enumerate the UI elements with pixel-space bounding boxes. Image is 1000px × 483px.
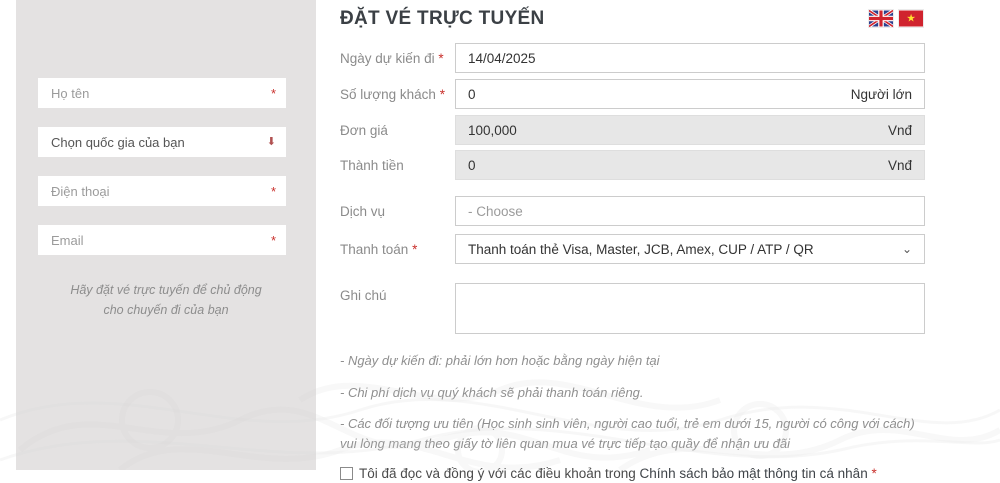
label-text: Ghi chú [340, 288, 387, 303]
guest-count-row: Số lượng khách * 0 Người lớn [340, 79, 925, 109]
required-asterisk: * [412, 241, 418, 257]
phone-field-wrap: * [38, 176, 286, 206]
service-row: Dịch vụ - Choose [340, 196, 925, 226]
unit-price-currency: Vnđ [887, 122, 912, 138]
total-currency: Vnđ [887, 157, 912, 173]
departure-date-label: Ngày dự kiến đi * [340, 51, 455, 66]
consent-text: Tôi đã đọc và đồng ý với các điều khoản … [359, 465, 877, 483]
label-text: Thành tiền [340, 157, 404, 173]
privacy-policy-link[interactable]: Chính sách bảo mật thông tin cá nhân [640, 466, 868, 481]
unit-price-label: Đơn giá [340, 123, 455, 138]
payment-label: Thanh toán * [340, 242, 455, 257]
consent-row: Tôi đã đọc và đồng ý với các điều khoản … [340, 465, 925, 483]
service-label: Dịch vụ [340, 204, 455, 219]
email-field-wrap: * [38, 225, 286, 255]
unit-price-row: Đơn giá 100,000 Vnđ [340, 115, 925, 145]
label-text: Đơn giá [340, 122, 388, 138]
required-asterisk: * [439, 86, 445, 102]
payment-selected-option: Thanh toán thẻ Visa, Master, JCB, Amex, … [468, 241, 814, 257]
payment-row: Thanh toán * Thanh toán thẻ Visa, Master… [340, 234, 925, 264]
fullname-input[interactable] [38, 78, 286, 108]
label-text: Ngày dự kiến đi [340, 50, 435, 66]
consent-checkbox[interactable] [340, 467, 353, 480]
departure-date-input[interactable]: 14/04/2025 [455, 43, 925, 73]
country-select[interactable]: Chọn quốc gia của bạn ⬇ [38, 127, 286, 157]
phone-input[interactable] [38, 176, 286, 206]
guest-count-suffix: Người lớn [850, 86, 912, 102]
note-row: Ghi chú [340, 283, 925, 334]
chevron-down-icon: ⌄ [901, 242, 912, 256]
booking-form: ĐẶT VÉ TRỰC TUYẾN ★ Ngày dự kiến đi * 14… [340, 0, 925, 483]
required-asterisk: * [270, 86, 276, 101]
departure-date-value: 14/04/2025 [468, 50, 536, 66]
fullname-field-wrap: * [38, 78, 286, 108]
service-select[interactable]: - Choose [455, 196, 925, 226]
contact-sidebar: * Chọn quốc gia của bạn ⬇ * * Hãy đặt vé… [16, 0, 316, 470]
label-text: Số lượng khách [340, 86, 436, 102]
total-field: 0 Vnđ [455, 150, 925, 180]
uk-flag-icon[interactable] [869, 10, 893, 27]
total-row: Thành tiền 0 Vnđ [340, 150, 925, 180]
label-text: Thanh toán [340, 241, 409, 257]
country-select-label: Chọn quốc gia của bạn [51, 134, 185, 150]
unit-price-value: 100,000 [468, 122, 517, 138]
chevron-down-icon: ⬇ [266, 135, 276, 148]
language-switcher: ★ [869, 10, 923, 27]
tagline-line1: Hãy đặt vé trực tuyến để chủ động [70, 283, 262, 297]
service-placeholder: - Choose [468, 203, 523, 219]
page-title: ĐẶT VÉ TRỰC TUYẾN [340, 8, 545, 29]
booking-page: * Chọn quốc gia của bạn ⬇ * * Hãy đặt vé… [0, 0, 1000, 481]
required-asterisk: * [871, 466, 877, 481]
tagline-line2: cho chuyến đi của bạn [103, 303, 229, 317]
label-text: Dịch vụ [340, 203, 386, 219]
form-notes: - Ngày dự kiến đi: phải lớn hơn hoặc bằn… [340, 351, 925, 453]
guest-count-label: Số lượng khách * [340, 87, 455, 102]
note-label: Ghi chú [340, 283, 455, 303]
note-textarea[interactable] [455, 283, 925, 334]
total-value: 0 [468, 157, 476, 173]
required-asterisk: * [270, 184, 276, 199]
total-label: Thành tiền [340, 158, 455, 173]
sidebar-tagline: Hãy đặt vé trực tuyến để chủ động cho ch… [34, 280, 298, 320]
note-line: - Ngày dự kiến đi: phải lớn hơn hoặc bằn… [340, 353, 660, 368]
required-asterisk: * [270, 233, 276, 248]
note-line: - Các đối tượng ưu tiên (Học sinh sinh v… [340, 416, 915, 451]
country-field-wrap: Chọn quốc gia của bạn ⬇ [38, 127, 286, 157]
required-asterisk: * [438, 50, 444, 66]
unit-price-field: 100,000 Vnđ [455, 115, 925, 145]
consent-text-main: Tôi đã đọc và đồng ý với các điều khoản … [359, 466, 636, 481]
svg-text:★: ★ [906, 14, 915, 25]
email-input[interactable] [38, 225, 286, 255]
note-line: - Chi phí dịch vụ quý khách sẽ phải than… [340, 384, 644, 400]
guest-count-input[interactable]: 0 Người lớn [455, 79, 925, 109]
guest-count-value: 0 [468, 86, 476, 102]
payment-select[interactable]: Thanh toán thẻ Visa, Master, JCB, Amex, … [455, 234, 925, 264]
departure-date-row: Ngày dự kiến đi * 14/04/2025 [340, 43, 925, 73]
vn-flag-icon[interactable]: ★ [899, 10, 923, 27]
